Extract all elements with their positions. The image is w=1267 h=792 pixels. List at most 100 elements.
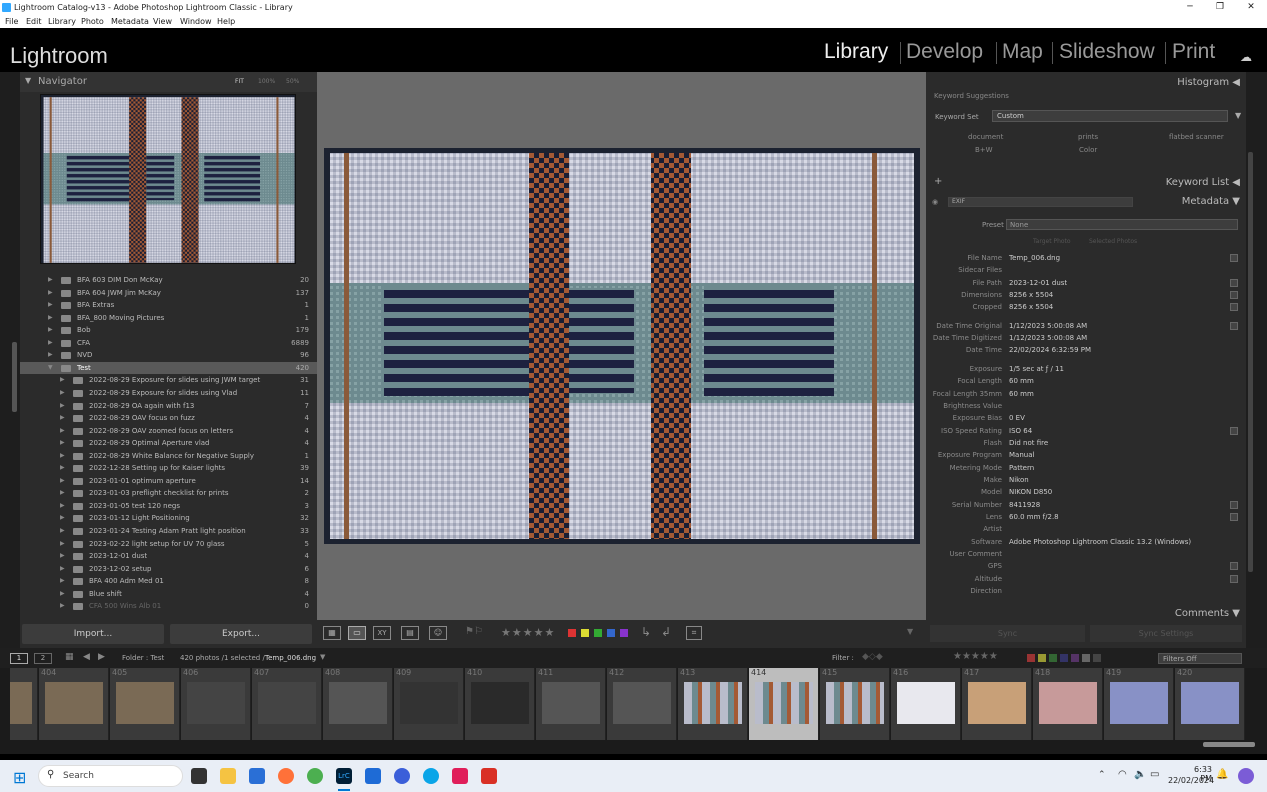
star-rating[interactable]: ★★★★★ bbox=[501, 626, 555, 639]
histogram-header[interactable]: Histogram ◀ bbox=[1177, 77, 1240, 88]
metadata-value[interactable]: 8256 x 5504 bbox=[1009, 301, 1053, 313]
sync-button[interactable]: Sync bbox=[930, 625, 1085, 642]
module-print[interactable]: Print bbox=[1172, 40, 1215, 64]
label-red[interactable] bbox=[568, 629, 576, 637]
metadata-action-icon[interactable] bbox=[1230, 562, 1238, 571]
module-develop[interactable]: Develop bbox=[906, 40, 983, 64]
metadata-value[interactable]: 60.0 mm f/2.8 bbox=[1009, 511, 1059, 523]
disclosure-triangle-icon[interactable]: ▶ bbox=[60, 487, 65, 500]
folder-row[interactable]: ▶ 2023-01-01 optimum aperture 14 bbox=[20, 475, 317, 488]
keyword-document[interactable]: document bbox=[968, 133, 1003, 141]
metadata-action-icon[interactable] bbox=[1230, 291, 1238, 300]
label-yellow[interactable] bbox=[581, 629, 589, 637]
filmstrip-cell[interactable]: 411 bbox=[536, 668, 606, 740]
disclosure-triangle-icon[interactable]: ▶ bbox=[60, 563, 65, 576]
disclosure-triangle-icon[interactable]: ▼ bbox=[48, 362, 53, 375]
navigator-header[interactable]: ▼ Navigator FIT 100% 50% bbox=[20, 72, 317, 92]
metadata-action-icon[interactable] bbox=[1230, 513, 1238, 521]
folder-row[interactable]: ▶ BFA 604 JWM Jim McKay 137 bbox=[20, 287, 317, 300]
metadata-value[interactable]: ISO 64 bbox=[1009, 425, 1032, 437]
disclosure-triangle-icon[interactable]: ▶ bbox=[60, 512, 65, 525]
folder-row[interactable]: ▶ 2023-01-12 Light Positioning 32 bbox=[20, 512, 317, 525]
window-1-button[interactable]: 1 bbox=[10, 653, 28, 664]
source-label[interactable]: Folder : Test bbox=[122, 654, 164, 662]
rotate-left-icon[interactable]: ↳ bbox=[641, 625, 651, 639]
folder-row[interactable]: ▶ 2023-01-24 Testing Adam Pratt light pos… bbox=[20, 525, 317, 538]
disclosure-triangle-icon[interactable]: ▶ bbox=[60, 475, 65, 488]
zoom-50[interactable]: 50% bbox=[286, 78, 299, 85]
disclosure-triangle-icon[interactable]: ▶ bbox=[48, 299, 53, 312]
filmstrip-cell[interactable]: 408 bbox=[323, 668, 393, 740]
filmstrip-cell[interactable]: 415 bbox=[820, 668, 890, 740]
folder-row[interactable]: ▶ CFA 6889 bbox=[20, 337, 317, 350]
metadata-value[interactable]: 0 EV bbox=[1009, 412, 1025, 424]
filter-red[interactable] bbox=[1027, 654, 1035, 662]
folder-row[interactable]: ▶ 2022-08-29 Exposure for slides using Vl… bbox=[20, 387, 317, 400]
filmstrip-cell[interactable]: 418 bbox=[1033, 668, 1103, 740]
filmstrip-cell[interactable]: 405 bbox=[110, 668, 180, 740]
disclosure-triangle-icon[interactable]: ▶ bbox=[60, 425, 65, 438]
folder-row[interactable]: ▼ Test 420 bbox=[20, 361, 317, 375]
disclosure-triangle-icon[interactable]: ▶ bbox=[60, 588, 65, 601]
metadata-preset-select[interactable]: EXIF bbox=[948, 197, 1133, 207]
minimize-icon[interactable]: ─ bbox=[1175, 0, 1205, 15]
target-photo-tab[interactable]: Target Photo bbox=[1033, 238, 1071, 245]
copilot-icon[interactable] bbox=[1238, 768, 1254, 784]
task-view-icon[interactable] bbox=[191, 768, 207, 784]
forward-arrow-icon[interactable]: ▶ bbox=[98, 652, 105, 662]
window-app-icon[interactable] bbox=[365, 768, 381, 784]
filmstrip-cell[interactable]: 410 bbox=[465, 668, 535, 740]
label-purple[interactable] bbox=[620, 629, 628, 637]
compare-view-icon[interactable]: XY bbox=[373, 626, 391, 640]
filmstrip-cell[interactable]: 404 bbox=[39, 668, 109, 740]
taskbar-search[interactable]: ⚲ Search bbox=[38, 765, 183, 787]
flag-icon[interactable]: ⚑⚐ bbox=[465, 626, 483, 637]
metadata-value[interactable]: 1/5 sec at ƒ / 11 bbox=[1009, 363, 1064, 375]
import-button[interactable]: Import... bbox=[22, 624, 164, 644]
wifi-icon[interactable]: ◠ bbox=[1118, 769, 1127, 780]
lightroom-taskbar-icon[interactable]: LrC bbox=[336, 768, 352, 784]
keyword-flatbed-scanner[interactable]: flatbed scanner bbox=[1169, 133, 1224, 141]
firefox-icon[interactable] bbox=[278, 768, 294, 784]
folder-row[interactable]: ▶ 2023-01-05 test 120 negs 3 bbox=[20, 500, 317, 513]
comments-header[interactable]: Comments ▼ bbox=[1175, 608, 1240, 619]
metadata-header[interactable]: Metadata ▼ bbox=[1182, 196, 1240, 207]
cortana-icon[interactable] bbox=[394, 768, 410, 784]
folder-row[interactable]: ▶ 2023-02-22 light setup for UV 70 glass 5 bbox=[20, 538, 317, 551]
metadata-value[interactable]: 8256 x 5504 bbox=[1009, 289, 1053, 301]
close-icon[interactable]: ✕ bbox=[1236, 0, 1266, 15]
filmstrip-cell[interactable]: 412 bbox=[607, 668, 677, 740]
disclosure-triangle-icon[interactable]: ▶ bbox=[60, 600, 65, 613]
disclosure-triangle-icon[interactable]: ▶ bbox=[48, 312, 53, 325]
folder-row[interactable]: ▶ 2022-12-28 Setting up for Kaiser lights… bbox=[20, 462, 317, 475]
metadata-value[interactable]: Did not fire bbox=[1009, 437, 1048, 449]
metadata-action-icon[interactable] bbox=[1230, 303, 1238, 312]
folder-row[interactable]: ▶ 2022-08-29 OA again with f13 7 bbox=[20, 400, 317, 413]
folder-row[interactable]: ▶ 2023-01-03 preflight checklist for prin… bbox=[20, 487, 317, 500]
crop-icon[interactable]: ⌗ bbox=[686, 626, 702, 640]
keyword-bw[interactable]: B+W bbox=[975, 146, 993, 154]
disclosure-triangle-icon[interactable]: ▶ bbox=[60, 500, 65, 513]
disclosure-triangle-icon[interactable]: ▶ bbox=[60, 412, 65, 425]
slack-icon[interactable] bbox=[452, 768, 468, 784]
filmstrip-cell[interactable]: 407 bbox=[252, 668, 322, 740]
export-button[interactable]: Export... bbox=[170, 624, 312, 644]
clock-date[interactable]: 22/02/2024 bbox=[1168, 776, 1214, 785]
keyword-list-header[interactable]: Keyword List ◀ bbox=[1166, 177, 1240, 188]
menu-view[interactable]: View bbox=[153, 15, 172, 28]
metadata-value[interactable]: NIKON D850 bbox=[1009, 486, 1052, 498]
metadata-action-icon[interactable] bbox=[1230, 321, 1238, 330]
folder-row[interactable]: ▶ Blue shift 4 bbox=[20, 588, 317, 601]
filmstrip-cell[interactable]: 406 bbox=[181, 668, 251, 740]
menu-file[interactable]: File bbox=[5, 15, 18, 28]
store-icon[interactable] bbox=[249, 768, 265, 784]
window-2-button[interactable]: 2 bbox=[34, 653, 52, 664]
snip-tool-icon[interactable] bbox=[481, 768, 497, 784]
filter-yellow[interactable] bbox=[1038, 654, 1046, 662]
preset-select[interactable]: None bbox=[1006, 219, 1238, 230]
metadata-action-icon[interactable] bbox=[1230, 426, 1238, 435]
filter-stars[interactable]: ★★★★★ bbox=[953, 651, 998, 662]
folder-row[interactable]: ▶ 2022-08-29 Exposure for slides using JW… bbox=[20, 374, 317, 387]
metadata-action-icon[interactable] bbox=[1230, 500, 1238, 509]
selected-photos-tab[interactable]: Selected Photos bbox=[1089, 238, 1137, 245]
